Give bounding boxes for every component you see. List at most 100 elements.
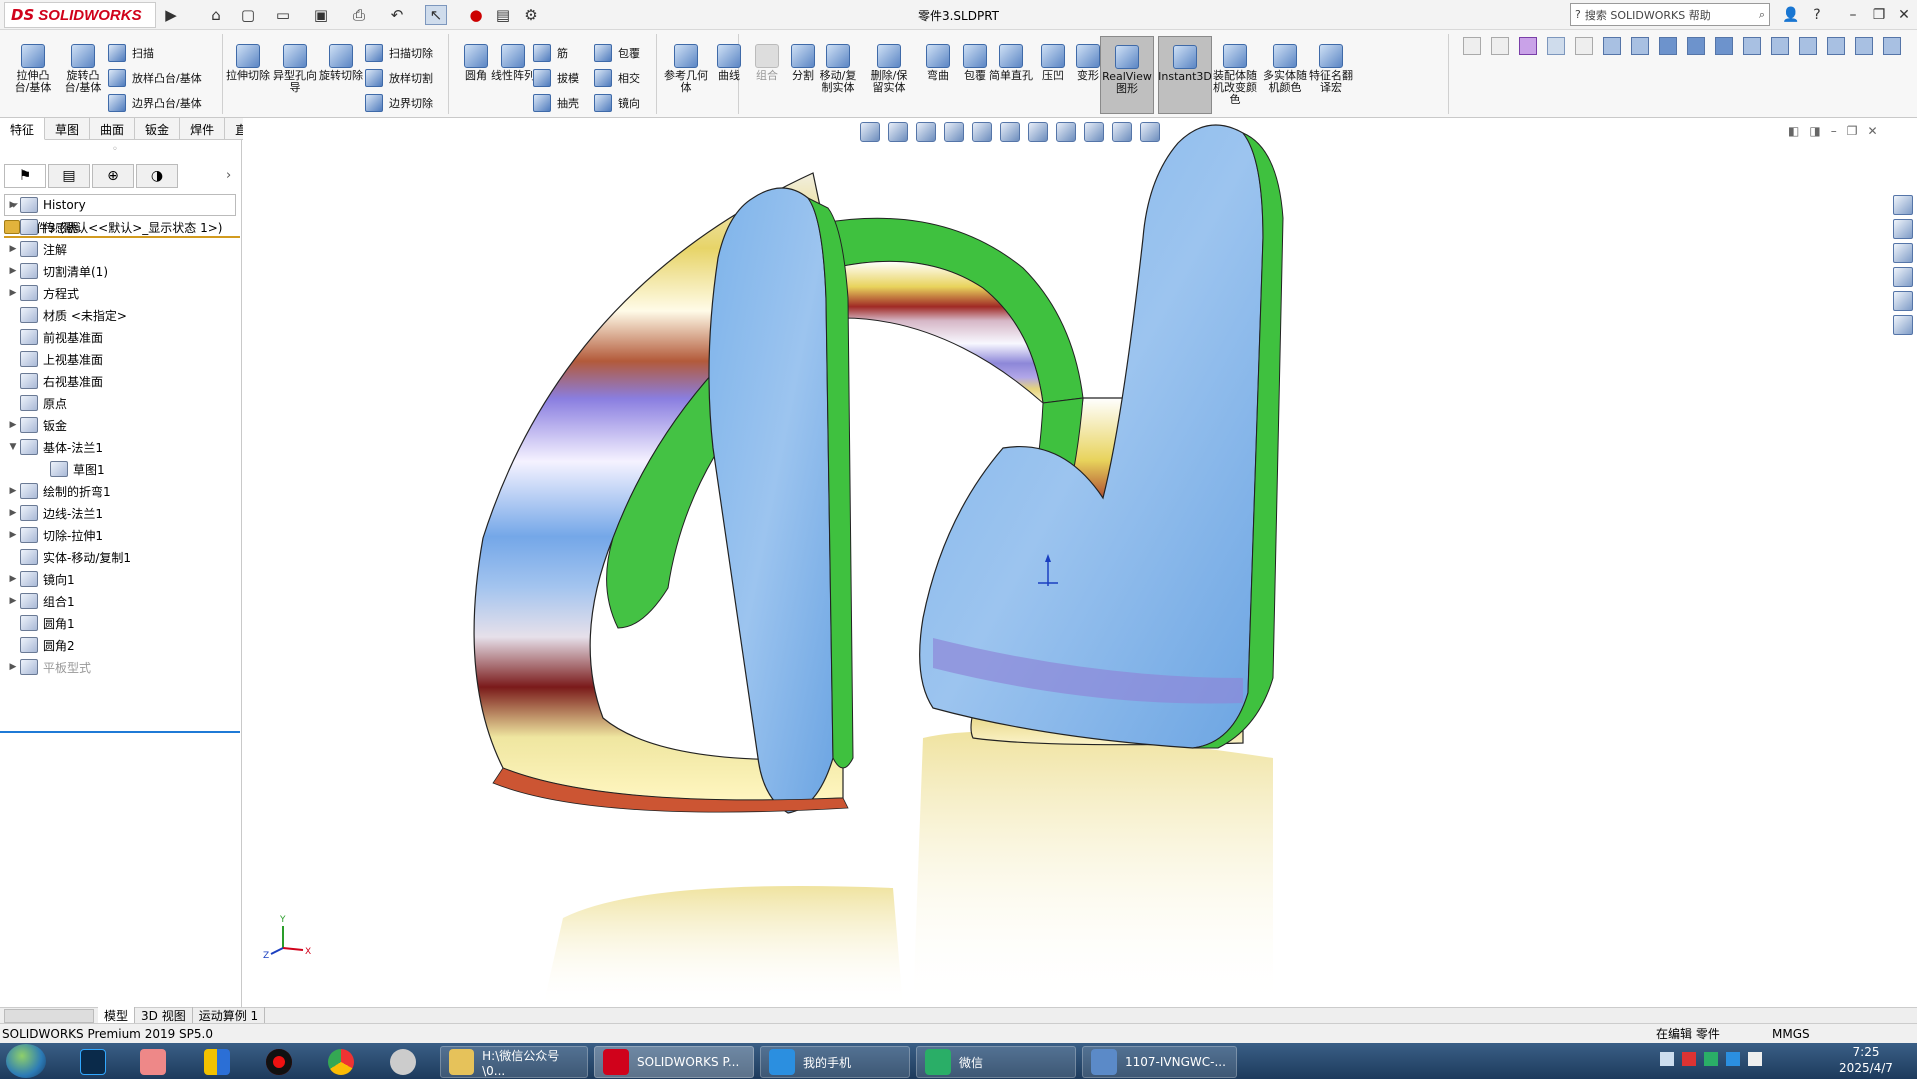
ribbon-small-button-2[interactable]: 边界凸台/基体 — [108, 94, 202, 112]
filter-edges-icon[interactable] — [1519, 37, 1537, 55]
ribbon-button-6[interactable]: 线性阵列 — [490, 44, 536, 82]
tab-3[interactable]: 钣金 — [135, 118, 181, 140]
bottom-tab-1[interactable]: 3D 视图 — [135, 1007, 193, 1024]
tree-item[interactable]: 材质 <未指定> — [0, 304, 240, 326]
tray-volume-icon[interactable] — [1748, 1052, 1762, 1066]
tray-antivirus-icon[interactable] — [1682, 1052, 1696, 1066]
ribbon-button-4[interactable]: 旋转切除 — [318, 44, 364, 82]
ribbon-button-7[interactable]: 参考几何体 — [663, 44, 709, 94]
photoshop-pin[interactable] — [72, 1046, 114, 1078]
tile-icon[interactable]: ◧ — [1788, 124, 1799, 138]
configuration-manager-tab-icon[interactable]: ⊕ — [92, 164, 134, 188]
tree-expand-icon[interactable]: ▶ — [6, 244, 20, 254]
app-pin[interactable] — [382, 1046, 424, 1078]
file-properties-icon[interactable]: ▤ — [492, 5, 514, 25]
screen-recorder-pin[interactable] — [258, 1046, 300, 1078]
tree-expand-icon[interactable]: ▶ — [6, 288, 20, 298]
help-icon[interactable]: ? — [1806, 4, 1828, 26]
solidworks-resources-icon[interactable] — [1893, 195, 1913, 215]
tree-expand-icon[interactable]: ▶ — [6, 266, 20, 276]
ribbon-button-11[interactable]: 移动/复制实体 — [815, 44, 861, 94]
custom-properties-icon[interactable] — [1893, 315, 1913, 335]
ribbon-button-1[interactable]: 旋转凸台/基体 — [60, 44, 106, 94]
ribbon-small-button-11[interactable]: 镜向 — [594, 94, 640, 112]
apply-scene-icon[interactable] — [1112, 122, 1132, 142]
ribbon-small-button-8[interactable]: 抽壳 — [533, 94, 579, 112]
file-explorer-icon[interactable] — [1893, 243, 1913, 263]
ribbon-small-button-4[interactable]: 放样切割 — [365, 69, 433, 87]
view-palette-icon[interactable] — [1893, 267, 1913, 287]
options-gear-icon[interactable]: ⚙ — [520, 5, 542, 25]
tree-item[interactable]: ▶ 切除-拉伸1 — [0, 524, 240, 546]
filter-faces-icon[interactable] — [1491, 37, 1509, 55]
graphics-viewport[interactable]: Y X Z — [243, 118, 1917, 1007]
solidworks-logo[interactable]: DS SOLIDWORKS — [4, 2, 156, 28]
rebuild-icon[interactable]: ● — [465, 5, 487, 25]
tab-2[interactable]: 曲面 — [90, 118, 136, 140]
minimize-icon[interactable]: – — [1842, 4, 1864, 26]
tree-item[interactable]: ▶ 边线-法兰1 — [0, 502, 240, 524]
ribbon-button-12[interactable]: 删除/保留实体 — [866, 44, 912, 94]
tray-wechat-icon[interactable] — [1704, 1052, 1718, 1066]
display-style-icon[interactable] — [1028, 122, 1048, 142]
restore-icon[interactable]: ❐ — [1868, 4, 1890, 26]
origin-icon[interactable] — [1799, 37, 1817, 55]
panel-expand-icon[interactable]: › — [226, 168, 231, 183]
ribbon-button-0[interactable]: 拉伸凸台/基体 — [10, 44, 56, 94]
ribbon-button-3[interactable]: 异型孔向导 — [272, 44, 318, 94]
view-settings-icon[interactable] — [1140, 122, 1160, 142]
point-icon[interactable] — [1631, 37, 1649, 55]
ribbon-button-15[interactable]: 简单直孔 — [988, 44, 1034, 82]
tree-item[interactable]: ▶ 钣金 — [0, 414, 240, 436]
tree-expand-icon[interactable]: ▼ — [6, 442, 20, 452]
taskbar-window-3[interactable]: 微信 — [916, 1046, 1076, 1078]
help-search-box[interactable]: ? 搜索 SOLIDWORKS 帮助 ⌕ — [1570, 3, 1770, 26]
taskbar-window-4[interactable]: 1107-IVNGWC-... — [1082, 1046, 1237, 1078]
snap-icon[interactable] — [1603, 37, 1621, 55]
rollback-bar[interactable] — [0, 731, 240, 733]
start-button[interactable] — [6, 1044, 46, 1078]
tree-item[interactable]: 实体-移动/复制1 — [0, 546, 240, 568]
taskbar-clock[interactable]: 7:25 2025/4/7 — [1818, 1044, 1914, 1076]
ribbon-button-20[interactable]: 装配体随机改变颜色 — [1212, 44, 1258, 106]
tab-0[interactable]: 特征 — [0, 118, 46, 140]
ribbon-small-button-0[interactable]: 扫描 — [108, 44, 154, 62]
home-icon[interactable]: ⌂ — [205, 5, 227, 25]
filter-icon[interactable] — [1463, 37, 1481, 55]
appearance-tab-icon[interactable]: ◑ — [136, 164, 178, 188]
more-icon[interactable] — [1883, 37, 1901, 55]
zoom-area-icon[interactable] — [888, 122, 908, 142]
plane-icon[interactable] — [1659, 37, 1677, 55]
dynamic-annotation-icon[interactable] — [972, 122, 992, 142]
viewport-close-icon[interactable]: ✕ — [1867, 124, 1877, 138]
bottom-tab-2[interactable]: 运动算例 1 — [193, 1007, 266, 1024]
tree-item[interactable]: ▶ History — [0, 194, 240, 216]
open-folder-icon[interactable]: ▭ — [272, 5, 294, 25]
tray-network-icon[interactable] — [1726, 1052, 1740, 1066]
ribbon-small-button-10[interactable]: 相交 — [594, 69, 640, 87]
chrome-pin[interactable] — [320, 1046, 362, 1078]
tree-item[interactable]: ▶ 方程式 — [0, 282, 240, 304]
view-cube-icon[interactable] — [1715, 37, 1733, 55]
dimension-icon[interactable] — [1771, 37, 1789, 55]
ribbon-button-18[interactable]: RealView 图形 — [1100, 36, 1154, 114]
app-pin[interactable] — [196, 1046, 238, 1078]
tree-item[interactable]: 圆角2 — [0, 634, 240, 656]
tree-expand-icon[interactable]: ▶ — [6, 200, 20, 210]
tree-item[interactable]: ▶ 注解 — [0, 238, 240, 260]
tab-1[interactable]: 草图 — [45, 118, 91, 140]
tree-item[interactable]: 右视基准面 — [0, 370, 240, 392]
ribbon-button-19[interactable]: Instant3D — [1158, 36, 1212, 114]
tree-item[interactable]: ▶ 切割清单(1) — [0, 260, 240, 282]
hide-show-icon[interactable] — [1056, 122, 1076, 142]
design-library-icon[interactable] — [1893, 219, 1913, 239]
tree-item[interactable]: 上视基准面 — [0, 348, 240, 370]
view-orientation-icon[interactable] — [1000, 122, 1020, 142]
appearances-icon[interactable] — [1893, 291, 1913, 311]
viewport-restore-icon[interactable]: ❐ — [1847, 124, 1858, 138]
tab-scroll-arrows[interactable] — [4, 1008, 94, 1023]
tree-expand-icon[interactable]: ▶ — [6, 420, 20, 430]
panel-grip-icon[interactable]: ◦ — [112, 144, 118, 155]
taskbar-window-1[interactable]: SOLIDWORKS P... — [594, 1046, 754, 1078]
tree-item[interactable]: 原点 — [0, 392, 240, 414]
